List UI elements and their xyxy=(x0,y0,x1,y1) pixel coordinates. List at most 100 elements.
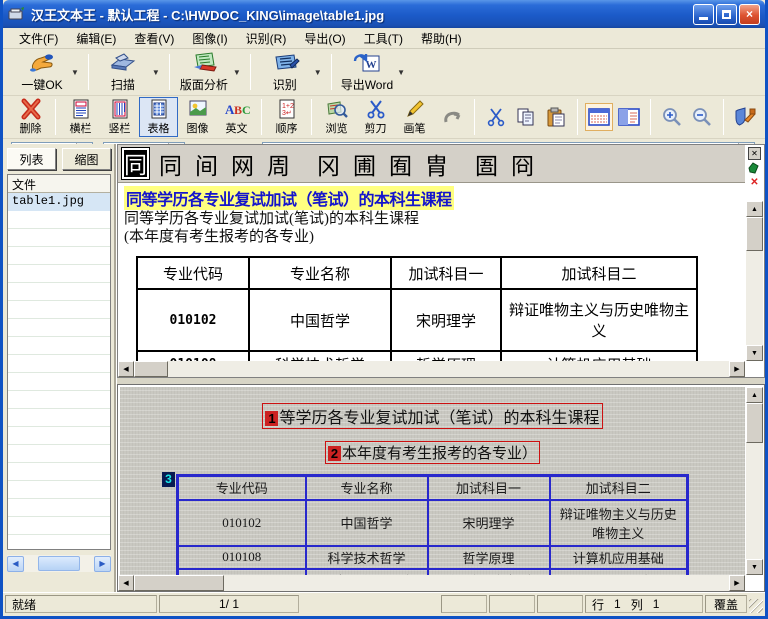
maximize-button[interactable] xyxy=(716,4,737,25)
recognize-button[interactable]: 识别 xyxy=(256,50,314,94)
scroll-up-icon[interactable]: ▲ xyxy=(746,201,763,217)
menu-recognize[interactable]: 识别(R) xyxy=(238,28,295,49)
reject-char-icon[interactable]: ✕ xyxy=(748,177,761,190)
scan-region-2[interactable]: 2本年度有考生报考的各专业） xyxy=(325,441,540,464)
scan-button[interactable]: 扫描 xyxy=(94,50,152,94)
view-table-icon[interactable] xyxy=(585,103,613,131)
ocr-text-area[interactable]: 同等学历各专业复试加试（笔试）的本科生课程 同等学历各专业复试加试(笔试)的本科… xyxy=(118,183,745,361)
sidebar: 列表 缩图 文件 table1.jpg ◀ ▶ xyxy=(3,144,116,592)
region-2-marker[interactable]: 2 xyxy=(328,446,341,461)
candidate-char[interactable]: 周 xyxy=(267,147,290,181)
menu-export[interactable]: 导出(O) xyxy=(296,28,353,49)
scroll-thumb[interactable] xyxy=(134,575,224,591)
one-click-ok-dropdown[interactable]: ▼ xyxy=(71,68,79,77)
ocr-table[interactable]: 专业代码 专业名称 加试科目一 加试科目二 010102 中国哲学 宋明理学 辩… xyxy=(136,256,698,361)
edit-toolbar: 删除 横栏 竖栏 表格 图像 ABC 英文 1+23↵ 顺序 xyxy=(3,96,765,139)
minimize-button[interactable] xyxy=(693,4,714,25)
scroll-thumb[interactable] xyxy=(38,556,80,571)
close-candidate-icon[interactable]: ✕ xyxy=(748,147,761,160)
resize-grip[interactable] xyxy=(749,599,763,613)
cut-icon[interactable] xyxy=(482,103,510,131)
ocr-title-line[interactable]: 同等学历各专业复试加试（笔试）的本科生课程 xyxy=(124,186,454,210)
scan-dropdown[interactable]: ▼ xyxy=(152,68,160,77)
ocr-cell: 010102 xyxy=(137,289,249,351)
scan-table-header: 专业名称 xyxy=(306,476,428,500)
menu-tools[interactable]: 工具(T) xyxy=(356,28,411,49)
layout-analysis-dropdown[interactable]: ▼ xyxy=(233,68,241,77)
scroll-left-icon[interactable]: ◀ xyxy=(118,575,134,591)
english-label: 英文 xyxy=(226,120,248,136)
one-click-ok-button[interactable]: 一键OK xyxy=(13,50,71,94)
recognize-dropdown[interactable]: ▼ xyxy=(314,68,322,77)
pen-button[interactable]: 画笔 xyxy=(395,97,434,137)
candidate-char[interactable]: 圄 xyxy=(475,147,498,181)
order-button[interactable]: 1+23↵ 顺序 xyxy=(267,97,306,137)
candidate-char[interactable]: 圃 xyxy=(353,147,376,181)
ocr-line[interactable]: (本年度有考生报考的各专业) xyxy=(124,228,739,246)
scan-region-1[interactable]: 1等学历各专业复试加试（笔试）的本科生课程 xyxy=(262,403,602,429)
scroll-thumb[interactable] xyxy=(746,403,763,443)
menu-file[interactable]: 文件(F) xyxy=(11,28,66,49)
menu-edit[interactable]: 编辑(E) xyxy=(68,28,124,49)
scan-vscrollbar[interactable]: ▲ ▼ xyxy=(746,387,763,575)
menu-help[interactable]: 帮助(H) xyxy=(413,28,470,49)
scan-region-3[interactable]: 3 专业代码 专业名称 加试科目一 加试科目二 010102 中国哲学 xyxy=(176,474,689,575)
image-region-label: 图像 xyxy=(187,120,209,136)
scroll-thumb[interactable] xyxy=(134,361,168,377)
file-list-item[interactable]: table1.jpg xyxy=(8,193,110,211)
undo-icon[interactable] xyxy=(439,103,467,131)
menu-view[interactable]: 查看(V) xyxy=(126,28,182,49)
scroll-thumb[interactable] xyxy=(746,217,763,251)
english-button[interactable]: ABC 英文 xyxy=(217,97,256,137)
tab-list[interactable]: 列表 xyxy=(7,148,56,170)
candidate-char[interactable]: 囿 xyxy=(389,147,412,181)
confirm-char-icon[interactable] xyxy=(748,162,761,175)
delete-button[interactable]: 删除 xyxy=(11,97,50,137)
scroll-right-icon[interactable]: ▶ xyxy=(729,575,745,591)
candidate-char[interactable]: 网 xyxy=(231,147,254,181)
export-word-dropdown[interactable]: ▼ xyxy=(397,68,405,77)
candidate-char[interactable]: 间 xyxy=(195,147,218,181)
view-split-icon[interactable] xyxy=(615,103,643,131)
settings-icon[interactable] xyxy=(731,103,759,131)
scroll-right-icon[interactable]: ▶ xyxy=(729,361,745,377)
ocr-line[interactable]: 同等学历各专业复试加试(笔试)的本科生课程 xyxy=(124,210,739,228)
one-click-ok-icon xyxy=(27,51,57,75)
ocr-hscrollbar[interactable]: ◀ ▶ xyxy=(118,361,745,377)
export-word-button[interactable]: W 导出Word xyxy=(337,50,397,94)
candidate-char[interactable]: 同 xyxy=(159,147,182,181)
scroll-down-icon[interactable]: ▼ xyxy=(746,559,763,575)
scan-table-header: 加试科目一 xyxy=(428,476,550,500)
file-list-header[interactable]: 文件 xyxy=(8,175,110,193)
zoom-out-icon[interactable] xyxy=(688,103,716,131)
scanned-image[interactable]: 1等学历各专业复试加试（笔试）的本科生课程 2本年度有考生报考的各专业） 3 专… xyxy=(120,387,745,575)
scroll-left-icon[interactable]: ◀ xyxy=(118,361,134,377)
sidebar-hscrollbar[interactable]: ◀ ▶ xyxy=(7,555,111,572)
copy-icon[interactable] xyxy=(512,103,540,131)
image-region-button[interactable]: 图像 xyxy=(178,97,217,137)
scan-hscrollbar[interactable]: ◀ ▶ xyxy=(118,575,745,591)
scroll-right-icon[interactable]: ▶ xyxy=(94,556,111,572)
layout-analysis-button[interactable]: 版面分析 xyxy=(175,50,233,94)
scroll-up-icon[interactable]: ▲ xyxy=(746,387,763,403)
horizontal-column-button[interactable]: 横栏 xyxy=(61,97,100,137)
close-button[interactable]: × xyxy=(739,4,760,25)
tab-thumbnail[interactable]: 缩图 xyxy=(62,148,111,170)
paste-icon[interactable] xyxy=(542,103,570,131)
scroll-left-icon[interactable]: ◀ xyxy=(7,556,24,572)
region-1-marker[interactable]: 1 xyxy=(265,411,278,426)
browse-button[interactable]: 浏览 xyxy=(317,97,356,137)
ocr-vscrollbar[interactable]: ▲ ▼ xyxy=(746,201,763,361)
selected-char[interactable]: 同 xyxy=(122,148,149,179)
ocr-table-header: 加试科目一 xyxy=(391,257,501,289)
vertical-column-button[interactable]: 竖栏 xyxy=(100,97,139,137)
menu-image[interactable]: 图像(I) xyxy=(184,28,235,49)
candidate-char[interactable]: 冏 xyxy=(511,147,534,181)
region-3-marker[interactable]: 3 xyxy=(162,472,175,487)
candidate-char[interactable]: 冈 xyxy=(317,147,340,181)
candidate-char[interactable]: 胄 xyxy=(425,147,448,181)
scroll-down-icon[interactable]: ▼ xyxy=(746,345,763,361)
table-region-button[interactable]: 表格 xyxy=(139,97,178,137)
scissors-button[interactable]: 剪刀 xyxy=(356,97,395,137)
zoom-in-icon[interactable] xyxy=(658,103,686,131)
